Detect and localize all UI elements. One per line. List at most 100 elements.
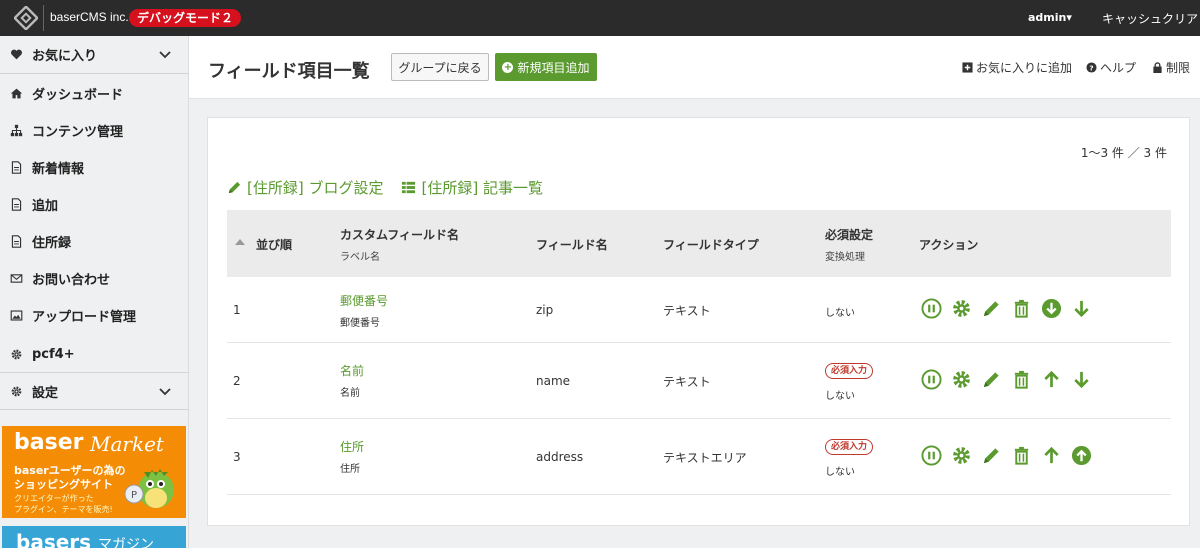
row-field: name [536,374,571,388]
banner-subline-2: プラグイン、テーマを販売! [14,505,113,514]
arrow-up-icon[interactable] [1041,369,1062,390]
gear-icon[interactable] [951,445,972,466]
sidebar-item-label: お問い合わせ [32,272,111,288]
sitemap-icon [9,123,23,137]
site-name-link[interactable]: baserCMS inc. [50,10,129,24]
gear-icon [9,384,23,398]
help-label: ヘルプ [1100,61,1137,75]
document-icon [9,160,23,174]
trash-icon[interactable] [1011,298,1032,319]
result-count: 1〜3 件 ／ 3 件 [1080,146,1167,160]
row-field-name-link[interactable]: 名前 [340,362,364,379]
sort-asc-icon[interactable] [235,239,245,245]
banner-logo-subtext: Market [90,432,164,456]
trash-icon[interactable] [1011,445,1032,466]
sidebar-item-addressbook[interactable]: 住所録 [0,223,189,259]
help-link[interactable]: ? ヘルプ [1086,59,1136,76]
sidebar-item-news[interactable]: 新着情報 [0,149,189,185]
col-order-header[interactable]: 並び順 [256,236,292,253]
cache-clear-link[interactable]: キャッシュクリア [1102,10,1198,27]
post-list-link[interactable]: [住所録] 記事一覧 [401,177,543,198]
add-field-button[interactable]: + 新規項目追加 [495,53,597,81]
sidebar-item-settings[interactable]: 設定 [0,373,189,409]
top-bar: baserCMS inc. デバッグモード２ admin▾ キャッシュクリア [0,0,1200,36]
edit-pencil-icon[interactable] [981,445,1002,466]
edit-pencil-icon[interactable] [981,369,1002,390]
pause-circle-icon[interactable] [921,298,942,319]
blog-settings-label: [住所録] ブログ設定 [247,179,384,197]
row-order: 1 [233,303,241,317]
blog-settings-link[interactable]: [住所録] ブログ設定 [227,177,383,198]
col-field-type-header: フィールドタイプ [663,238,759,252]
gear-icon[interactable] [951,369,972,390]
question-circle-icon: ? [1086,62,1097,73]
banner-subline-1: クリエイターが作った [14,494,94,503]
basers-magazine-banner[interactable]: basers マガジン [2,526,186,548]
banner-logo-text: baser [14,430,84,455]
col-required-header: 必須設定 [825,228,874,242]
table-header: 並び順 カスタムフィールド名 ラベル名 フィールド名 フィールドタイプ 必須設定… [227,210,1171,277]
required-badge: 必須入力 [825,439,874,455]
add-favorite-label: お気に入りに追加 [976,61,1073,75]
sidebar-item-dashboard[interactable]: ダッシュボード [0,75,189,111]
banner-logo-text: basers [16,530,92,548]
image-icon [9,308,23,322]
restriction-label: 制限 [1166,61,1191,75]
sidebar-item-label: 設定 [32,385,59,401]
row-field-name-link[interactable]: 郵便番号 [340,292,388,309]
chevron-down-icon[interactable] [159,385,171,397]
row-field: address [536,450,584,464]
page-title: フィールド項目一覧 [208,61,370,82]
row-type: テキストエリア [663,451,747,465]
admin-user-menu[interactable]: admin▾ [1028,11,1072,24]
document-icon [9,234,23,248]
row-conversion: しない [825,391,855,402]
table-row: 3 住所 住所 address テキストエリア 必須入力 しない [227,419,1171,495]
lock-icon [1153,62,1162,73]
arrow-up-icon[interactable] [1041,445,1062,466]
gear-icon [9,347,23,361]
edit-pencil-icon[interactable] [981,298,1002,319]
table-row: 1 郵便番号 郵便番号 zip テキスト しない [227,277,1171,343]
col-actions-header: アクション [919,238,979,252]
sidebar-item-label: 住所録 [32,235,72,251]
sidebar-item-label: コンテンツ管理 [32,124,124,140]
row-order: 3 [233,450,241,464]
plus-square-icon [962,62,973,73]
sidebar-item-label: お気に入り [32,48,98,64]
row-conversion: しない [825,308,855,319]
row-field-name-link[interactable]: 住所 [340,438,364,455]
heart-icon [9,47,23,61]
baser-market-banner[interactable]: baser Market baserユーザーの為の ショッピングサイト クリエイ… [2,426,186,518]
col-custom-name-header: カスタムフィールド名 [340,228,460,242]
arrow-down-icon[interactable] [1071,298,1092,319]
row-label: 名前 [340,388,360,399]
sidebar-item-contact[interactable]: お問い合わせ [0,260,189,296]
arrow-down-circle-icon[interactable] [1041,298,1062,319]
trash-icon[interactable] [1011,369,1032,390]
sidebar-item-contents[interactable]: コンテンツ管理 [0,112,189,148]
sidebar-item-add[interactable]: 追加 [0,186,189,222]
sidebar-item-upload[interactable]: アップロード管理 [0,297,189,333]
arrow-down-icon[interactable] [1071,369,1092,390]
sidebar-item-favorites[interactable]: お気に入り [0,36,189,72]
row-type: テキスト [663,304,711,318]
pause-circle-icon[interactable] [921,445,942,466]
required-badge: 必須入力 [825,363,874,379]
mail-icon [9,271,23,285]
sidebar-item-label: pcf4+ [32,346,75,362]
sidebar-item-pcf4[interactable]: pcf4+ [0,336,189,372]
baser-logo-icon[interactable] [12,4,40,32]
back-to-group-button[interactable]: グループに戻る [391,53,489,81]
restriction-link[interactable]: 制限 [1152,59,1190,76]
plus-circle-icon: + [502,61,514,73]
gear-icon[interactable] [951,298,972,319]
table-row: 2 名前 名前 name テキスト 必須入力 しない [227,343,1171,419]
add-field-label: 新規項目追加 [517,60,590,75]
add-favorite-link[interactable]: お気に入りに追加 [962,59,1072,76]
arrow-up-circle-icon[interactable] [1071,445,1092,466]
pencil-icon [228,181,241,194]
chevron-down-icon[interactable] [159,48,171,60]
pause-circle-icon[interactable] [921,369,942,390]
row-type: テキスト [663,375,711,389]
